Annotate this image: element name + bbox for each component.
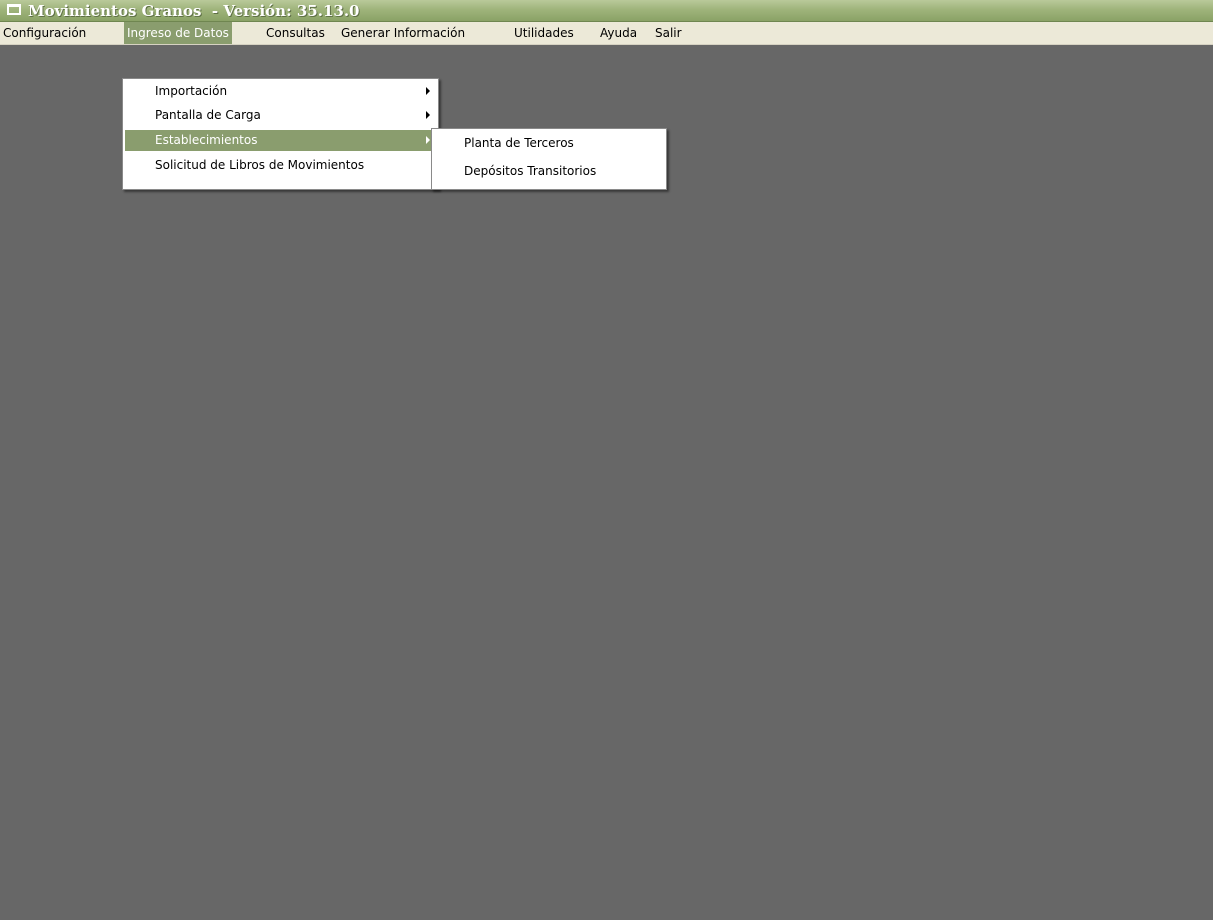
menu-item-label: Depósitos Transitorios <box>464 164 597 178</box>
window-icon[interactable] <box>7 4 21 15</box>
menu-item-label: Pantalla de Carga <box>155 108 261 122</box>
dropdown-ingreso-de-datos: Importación Pantalla de Carga Establecim… <box>122 78 439 190</box>
menu-configuracion[interactable]: Configuración <box>0 22 89 44</box>
chevron-right-icon <box>426 87 430 95</box>
title-bar[interactable]: Movimientos Granos - Versión: 35.13.0 <box>0 0 1213 22</box>
menu-ingreso-de-datos[interactable]: Ingreso de Datos <box>124 22 232 44</box>
menu-generar-informacion[interactable]: Generar Información <box>338 22 468 44</box>
menu-item-label: Planta de Terceros <box>464 136 574 150</box>
menu-item-importacion[interactable]: Importación <box>125 81 436 102</box>
chevron-right-icon <box>426 111 430 119</box>
window-title: Movimientos Granos - Versión: 35.13.0 <box>28 2 360 20</box>
menu-item-establecimientos[interactable]: Establecimientos <box>125 130 436 151</box>
menu-ayuda[interactable]: Ayuda <box>597 22 640 44</box>
chevron-right-icon <box>426 136 430 144</box>
menu-item-pantalla-de-carga[interactable]: Pantalla de Carga <box>125 105 436 126</box>
submenu-establecimientos: Planta de Terceros Depósitos Transitorio… <box>431 128 667 190</box>
menu-consultas[interactable]: Consultas <box>263 22 328 44</box>
menu-item-label: Establecimientos <box>155 133 258 147</box>
submenu-item-depositos-transitorios[interactable]: Depósitos Transitorios <box>434 161 664 182</box>
menu-bar: Configuración Ingreso de Datos Consultas… <box>0 22 1213 45</box>
menu-item-label: Importación <box>155 84 228 98</box>
menu-salir[interactable]: Salir <box>652 22 685 44</box>
menu-utilidades[interactable]: Utilidades <box>511 22 577 44</box>
submenu-item-planta-de-terceros[interactable]: Planta de Terceros <box>434 133 664 154</box>
menu-item-solicitud-de-libros[interactable]: Solicitud de Libros de Movimientos <box>125 155 436 176</box>
menu-item-label: Solicitud de Libros de Movimientos <box>155 158 365 172</box>
